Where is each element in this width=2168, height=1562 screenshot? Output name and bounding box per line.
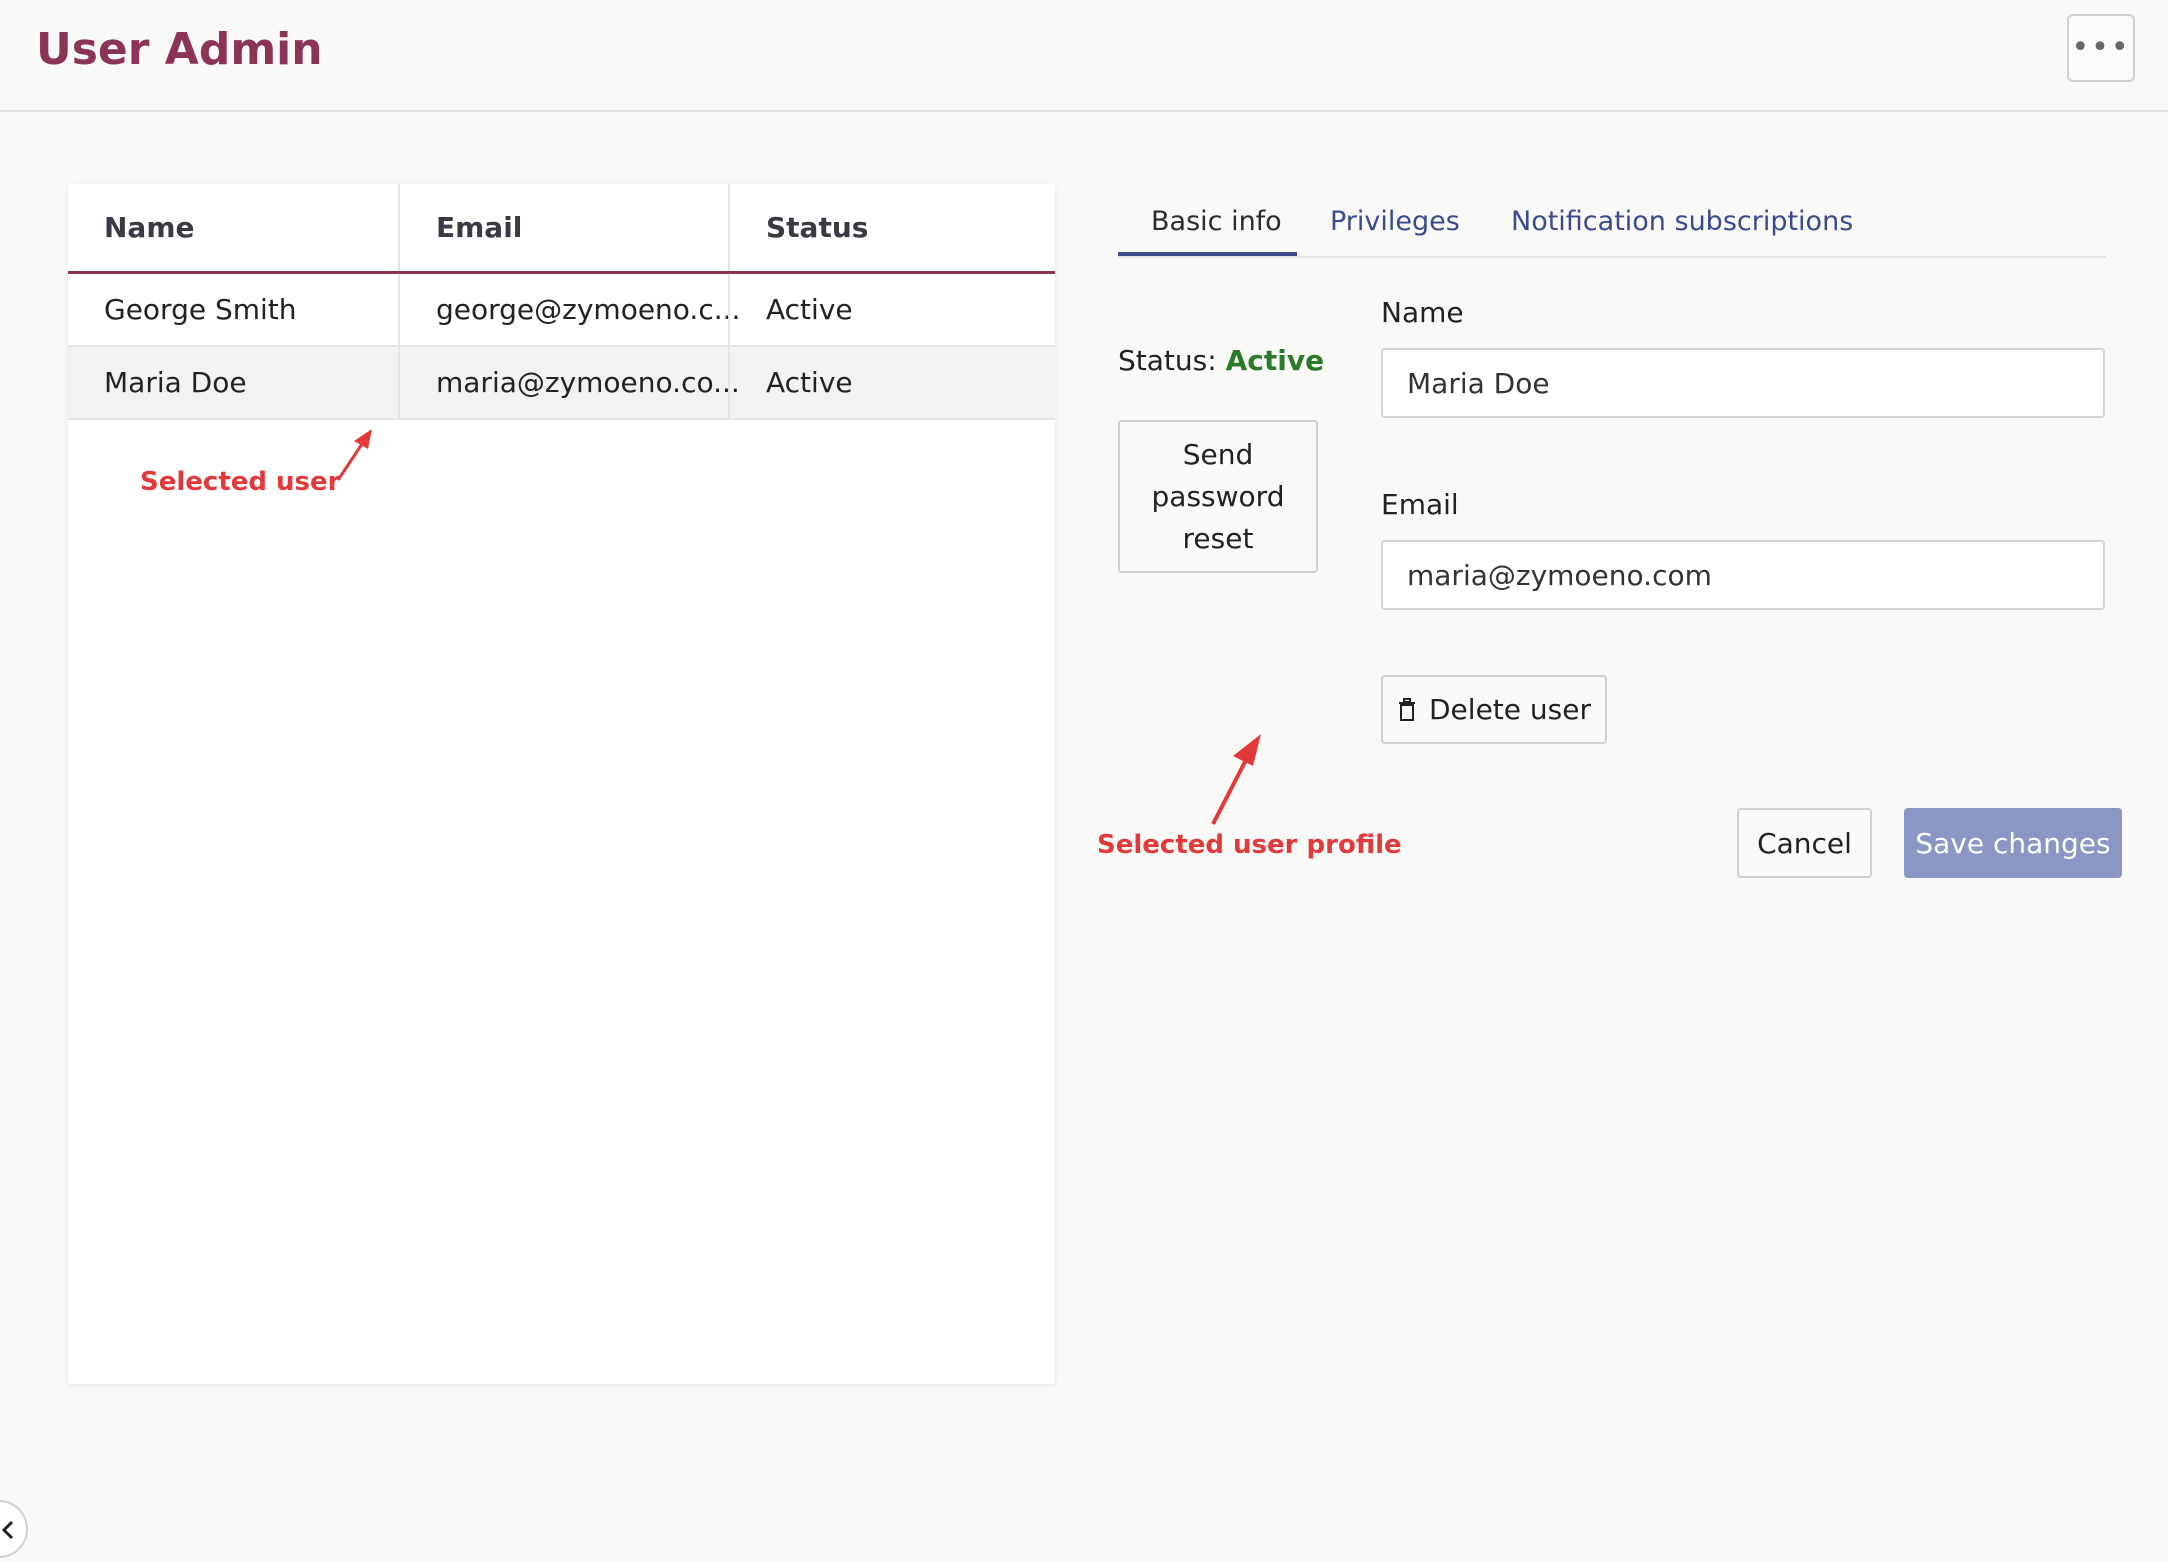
app-header: User Admin ••• — [0, 0, 2168, 112]
column-header-email[interactable]: Email — [398, 184, 728, 271]
cell-email: maria@zymoeno.co... — [398, 347, 740, 418]
users-table: Name Email Status George Smith george@zy… — [68, 184, 1055, 1384]
chevron-left-icon — [1, 1520, 14, 1540]
column-header-name[interactable]: Name — [68, 184, 398, 271]
more-horizontal-icon: ••• — [2071, 30, 2131, 65]
annotation-arrow-icon — [1211, 734, 1261, 825]
cancel-button[interactable]: Cancel — [1737, 808, 1872, 878]
email-field-label: Email — [1381, 488, 1459, 521]
delete-user-label: Delete user — [1429, 693, 1591, 726]
table-row[interactable]: George Smith george@zymoeno.c... Active — [68, 274, 1055, 347]
name-field-label: Name — [1381, 296, 1464, 329]
cell-status: Active — [728, 347, 1055, 418]
status-label: Status: — [1118, 344, 1217, 377]
cell-email: george@zymoeno.c... — [398, 274, 740, 345]
table-row-selected[interactable]: Maria Doe maria@zymoeno.co... Active — [68, 347, 1055, 420]
send-password-reset-button[interactable]: Send password reset — [1118, 420, 1318, 573]
cell-name: Maria Doe — [104, 366, 247, 399]
name-field[interactable] — [1381, 348, 2105, 418]
annotation-selected-user-profile: Selected user profile — [1097, 830, 1402, 860]
tab-basic-info[interactable]: Basic info — [1118, 194, 1297, 256]
table-header: Name Email Status — [68, 184, 1055, 274]
profile-tabs: Basic info Privileges Notification subsc… — [1118, 194, 2106, 258]
annotation-arrow-icon — [336, 429, 372, 481]
delete-user-button[interactable]: Delete user — [1381, 675, 1607, 744]
email-field[interactable] — [1381, 540, 2105, 610]
annotation-selected-user: Selected user — [140, 467, 341, 497]
column-header-status[interactable]: Status — [728, 184, 1055, 271]
trash-icon — [1399, 697, 1415, 721]
status-badge: Active — [1225, 344, 1325, 377]
cell-name: George Smith — [104, 293, 297, 326]
more-options-button[interactable]: ••• — [2067, 14, 2135, 82]
tab-notification-subscriptions[interactable]: Notification subscriptions — [1511, 194, 1853, 256]
cell-status: Active — [728, 274, 1055, 345]
tab-privileges[interactable]: Privileges — [1330, 194, 1460, 256]
save-changes-button[interactable]: Save changes — [1904, 808, 2122, 878]
collapse-sidebar-button[interactable] — [0, 1500, 28, 1558]
app-title: User Admin — [36, 24, 323, 75]
status-display: Status: Active — [1118, 344, 1324, 377]
